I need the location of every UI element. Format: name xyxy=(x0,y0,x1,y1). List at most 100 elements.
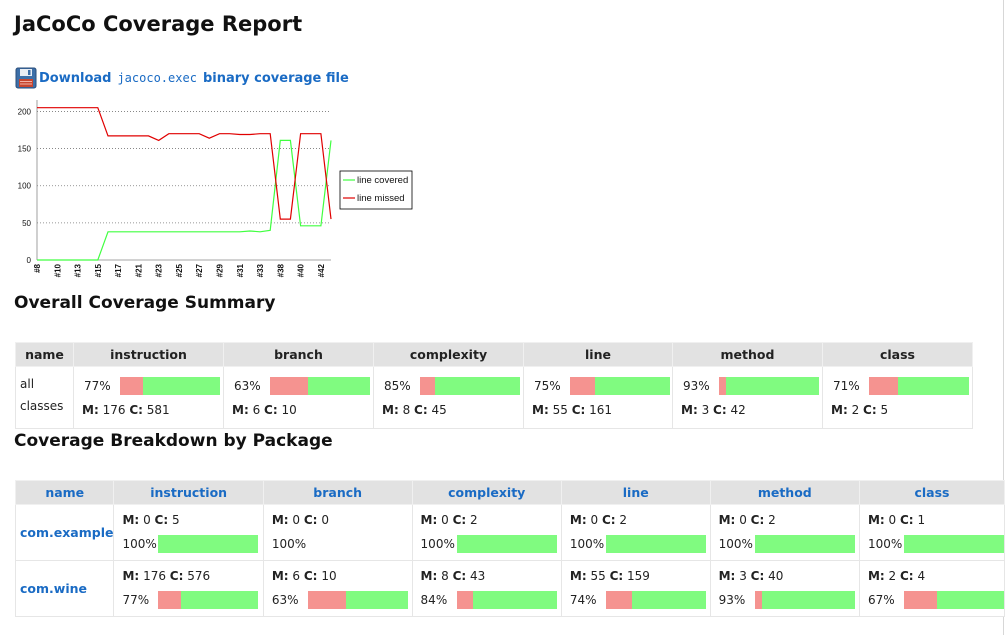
coverage-bar xyxy=(158,591,259,609)
covered-label: C: xyxy=(750,513,765,527)
package-cell: M: 176 C: 576 77% xyxy=(113,560,264,617)
coverage-bar xyxy=(307,591,408,609)
coverage-bar-covered xyxy=(754,535,855,553)
covered-count: 10 xyxy=(281,403,297,417)
missed-label: M: xyxy=(569,569,587,583)
coverage-bar-missed xyxy=(270,377,308,395)
package-col-name[interactable]: name xyxy=(14,480,115,505)
coverage-counts: M: 6 C: 10 xyxy=(232,403,373,417)
covered-count: 159 xyxy=(627,569,650,583)
coverage-percent: 77% xyxy=(122,593,150,607)
coverage-percent: 63% xyxy=(234,379,261,393)
coverage-counts: M: 55 C: 161 xyxy=(532,403,672,417)
series-line-line-missed xyxy=(37,107,332,220)
package-row: com.wine M: 176 C: 576 77% M: 6 C: 10 63… xyxy=(14,560,1005,617)
x-tick-label: #10 xyxy=(53,263,62,277)
coverage-bar-covered xyxy=(761,591,855,609)
coverage-bar-missed xyxy=(570,377,595,395)
package-section-title: Coverage Breakdown by Package xyxy=(14,431,333,451)
covered-label: C: xyxy=(452,513,467,527)
coverage-bar xyxy=(120,377,220,395)
coverage-bar-covered xyxy=(345,591,408,609)
coverage-percent: 100% xyxy=(122,537,157,551)
coverage-counts: M: 8 C: 43 xyxy=(421,569,561,583)
x-tick-label: #33 xyxy=(256,263,265,277)
coverage-counts: M: 6 C: 10 xyxy=(272,569,412,583)
coverage-bar-covered xyxy=(936,591,1004,609)
download-exec-link[interactable]: Download jacoco.exec binary coverage fil… xyxy=(15,67,349,89)
package-cell: M: 0 C: 0 100% xyxy=(262,504,413,561)
coverage-trend-chart: 0 50 100 150 200 #8 #10 #13 #15 #17 #21 #23 #25 #27 #2… xyxy=(18,100,413,277)
covered-count: 2 xyxy=(470,513,478,527)
coverage-counts: M: 0 C: 2 xyxy=(719,513,859,527)
missed-count: 0 xyxy=(739,513,747,527)
package-cell: M: 3 C: 40 93% xyxy=(709,560,860,617)
coverage-counts: M: 176 C: 581 xyxy=(82,403,223,417)
coverage-percent: 67% xyxy=(867,593,895,607)
package-name-link[interactable]: com.example xyxy=(14,504,115,561)
missed-count: 6 xyxy=(252,403,261,417)
covered-count: 5 xyxy=(171,513,180,527)
x-tick-label: #31 xyxy=(236,263,245,277)
coverage-percent: 71% xyxy=(833,379,860,393)
covered-label: C: xyxy=(154,513,169,527)
covered-count: 5 xyxy=(880,403,889,417)
covered-count: 0 xyxy=(321,513,329,527)
package-cell: M: 8 C: 43 84% xyxy=(411,560,562,617)
coverage-percent: 85% xyxy=(384,379,411,393)
summary-col-method: method xyxy=(672,342,823,367)
package-col-instruction[interactable]: instruction xyxy=(113,480,264,505)
package-col-line[interactable]: line xyxy=(560,480,711,505)
missed-count: 55 xyxy=(552,403,568,417)
covered-count: 42 xyxy=(730,403,746,417)
covered-label: C: xyxy=(713,403,727,417)
summary-row-name: all classes xyxy=(15,366,74,429)
coverage-bar-covered xyxy=(472,591,557,609)
summary-col-line: line xyxy=(523,342,673,367)
coverage-bar-covered xyxy=(726,377,819,395)
covered-label: C: xyxy=(169,569,184,583)
x-tick-label: #29 xyxy=(215,263,224,277)
coverage-bar xyxy=(605,535,706,553)
package-name-link[interactable]: com.wine xyxy=(14,560,115,617)
summary-col-branch: branch xyxy=(223,342,374,367)
package-col-method[interactable]: method xyxy=(709,480,860,505)
missed-label: M: xyxy=(271,569,289,583)
coverage-counts: M: 3 C: 40 xyxy=(719,569,859,583)
summary-section-title: Overall Coverage Summary xyxy=(14,293,276,313)
package-header-row: name instruction branch complexity line … xyxy=(14,480,1005,505)
coverage-percent: 84% xyxy=(420,593,448,607)
coverage-bar-covered xyxy=(595,377,670,395)
coverage-bar xyxy=(903,591,1004,609)
missed-count: 3 xyxy=(739,569,747,583)
summary-row-all-classes: all classes 77% M: 176 C: 581 63% M: 6 C… xyxy=(15,366,973,429)
package-col-branch[interactable]: branch xyxy=(262,480,413,505)
coverage-bar xyxy=(420,377,520,395)
package-col-class[interactable]: class xyxy=(858,480,1005,505)
coverage-percent: 93% xyxy=(683,379,710,393)
summary-cell: 63% M: 6 C: 10 xyxy=(223,366,374,429)
covered-label: C: xyxy=(900,513,914,527)
legend-label: line missed xyxy=(357,193,405,204)
coverage-bar-missed xyxy=(456,591,473,609)
x-tick-label: #23 xyxy=(155,263,164,277)
coverage-bar-covered xyxy=(181,591,259,609)
coverage-bar-covered xyxy=(308,377,370,395)
covered-count: 161 xyxy=(589,403,613,417)
coverage-bar-covered xyxy=(898,377,969,395)
summary-cell: 85% M: 8 C: 45 xyxy=(373,366,524,429)
package-cell: M: 2 C: 4 67% xyxy=(858,560,1005,617)
package-cell: M: 0 C: 1 100% xyxy=(858,504,1005,561)
covered-label: C: xyxy=(863,403,877,417)
package-cell: M: 0 C: 5 100% xyxy=(113,504,264,561)
coverage-bar xyxy=(456,591,557,609)
coverage-percent: 74% xyxy=(569,593,597,607)
covered-count: 43 xyxy=(470,569,486,583)
y-tick-label: 150 xyxy=(18,145,32,154)
missed-label: M: xyxy=(532,403,549,417)
missed-label: M: xyxy=(122,513,140,527)
missed-count: 2 xyxy=(888,569,897,583)
coverage-counts: M: 2 C: 4 xyxy=(868,569,1004,583)
coverage-bar xyxy=(903,535,1004,553)
package-col-complexity[interactable]: complexity xyxy=(411,480,562,505)
